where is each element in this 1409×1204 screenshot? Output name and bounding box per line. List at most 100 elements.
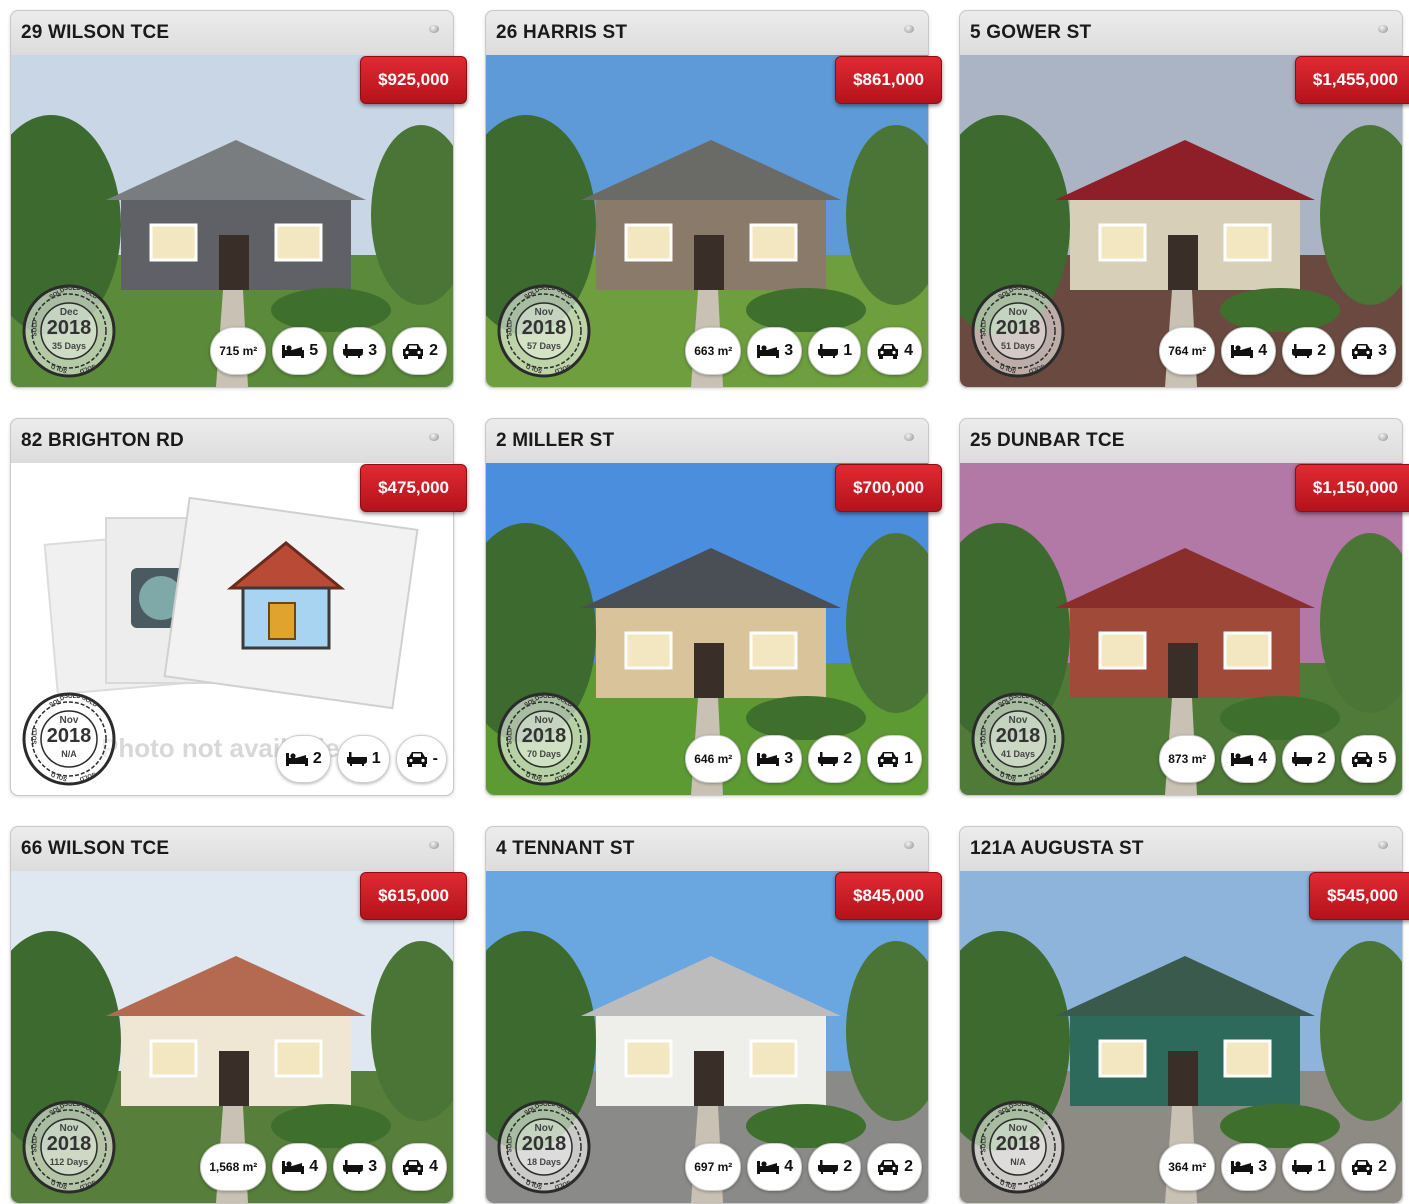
listing-card[interactable]: 4 TENNANT ST SOLD SOLD SOLD SOLD SOLD SO…: [485, 826, 942, 1204]
sold-stamp-word: SOLD: [1013, 694, 1030, 700]
car-icon: [406, 752, 427, 767]
bathrooms-badge: 2: [808, 735, 862, 783]
bath-icon: [1292, 752, 1313, 766]
sold-stamp-icon: SOLD SOLD SOLD SOLD SOLD SOLD Nov 2018 5…: [496, 283, 592, 379]
listing-address[interactable]: 29 WILSON TCE: [21, 22, 169, 44]
listing-address[interactable]: 121A AUGUSTA ST: [970, 838, 1144, 860]
sold-stamp-icon: SOLD SOLD SOLD SOLD SOLD SOLD Nov 2018 7…: [496, 691, 592, 787]
listing-address[interactable]: 25 DUNBAR TCE: [970, 430, 1125, 452]
price-tag[interactable]: $1,455,000: [1294, 56, 1409, 104]
sold-year: 2018: [995, 725, 1041, 747]
shrub: [271, 288, 391, 332]
sold-year: 2018: [995, 1133, 1041, 1155]
bathrooms-badge: 2: [808, 1143, 862, 1191]
listing-features: 873 m² 4 2 5: [1159, 735, 1396, 785]
sold-stamp-word: SOLD: [64, 694, 81, 700]
listing-address[interactable]: 5 GOWER ST: [970, 22, 1091, 44]
window: [624, 631, 673, 670]
listing-address[interactable]: 66 WILSON TCE: [21, 838, 169, 860]
land-size-badge: 364 m²: [1159, 1143, 1216, 1191]
listing-card[interactable]: 2 MILLER ST SOLD SOLD SOLD SOLD SOLD SOL…: [485, 418, 942, 796]
listing-card[interactable]: 29 WILSON TCE SOLD SOLD SOLD SOLD SOLD S…: [10, 10, 467, 388]
listing-address[interactable]: 4 TENNANT ST: [496, 838, 635, 860]
window: [624, 223, 673, 262]
bath-icon: [818, 752, 839, 766]
bathrooms-badge: 1: [808, 327, 862, 375]
pin-icon: [429, 25, 439, 33]
bed-icon: [1231, 1161, 1254, 1174]
bed-icon: [757, 345, 780, 358]
window: [274, 223, 323, 262]
days-on-market: 35 Days: [51, 341, 87, 351]
land-size-badge: 764 m²: [1159, 327, 1216, 375]
price-tag[interactable]: $925,000: [360, 56, 467, 104]
listing-card[interactable]: 26 HARRIS ST SOLD SOLD SOLD SOLD SOLD SO…: [485, 10, 942, 388]
price-tag[interactable]: $1,150,000: [1294, 464, 1409, 512]
window: [149, 223, 198, 262]
price-tag[interactable]: $615,000: [360, 872, 467, 920]
bathrooms-badge: 3: [333, 1143, 387, 1191]
shrub: [746, 288, 866, 332]
bedrooms-count: 4: [1258, 342, 1268, 359]
listing-features: 2 1 -: [275, 735, 447, 785]
bathrooms-badge: 2: [1282, 327, 1336, 375]
bathrooms-count: 2: [843, 750, 853, 767]
days-on-market: 57 Days: [526, 341, 562, 351]
bedrooms-count: 4: [1258, 750, 1268, 767]
listing-address[interactable]: 2 MILLER ST: [496, 430, 614, 452]
bed-icon: [1231, 753, 1254, 766]
bathrooms-count: 2: [843, 1158, 853, 1175]
listing-header: 82 BRIGHTON RD: [11, 419, 453, 463]
front-door: [694, 643, 724, 698]
listing-address[interactable]: 26 HARRIS ST: [496, 22, 627, 44]
bedrooms-count: 5: [309, 342, 319, 359]
land-size-badge: 697 m²: [685, 1143, 742, 1191]
listing-card[interactable]: 25 DUNBAR TCE SOLD SOLD SOLD SOLD SOLD S…: [959, 418, 1409, 796]
shrub: [746, 1104, 866, 1148]
sold-stamp-word: SOLD: [1013, 1102, 1030, 1108]
sold-stamp-word: SOLD: [64, 286, 81, 292]
land-size: 697 m²: [694, 1160, 733, 1174]
bathrooms-count: 1: [843, 342, 853, 359]
bedrooms-count: 3: [1258, 1158, 1268, 1175]
price-tag[interactable]: $700,000: [835, 464, 942, 512]
bedrooms-count: 3: [784, 750, 794, 767]
listing-header: 2 MILLER ST: [486, 419, 928, 463]
carspaces-count: 4: [429, 1158, 438, 1175]
land-size-badge: 646 m²: [685, 735, 742, 783]
sold-stamp-icon: SOLD SOLD SOLD SOLD SOLD SOLD Nov 2018 5…: [970, 283, 1066, 379]
bedrooms-badge: 3: [747, 327, 803, 375]
window: [749, 223, 798, 262]
listing-card[interactable]: 82 BRIGHTON RD Photo not available SOLD …: [10, 418, 467, 796]
pin-icon: [1378, 433, 1388, 441]
car-icon: [878, 344, 899, 359]
price-tag[interactable]: $545,000: [1309, 872, 1409, 920]
bedrooms-badge: 3: [747, 735, 803, 783]
sold-stamp-word: SOLD: [1013, 286, 1030, 292]
window: [1223, 631, 1272, 670]
car-icon: [1352, 344, 1373, 359]
price-tag[interactable]: $861,000: [835, 56, 942, 104]
days-on-market: 112 Days: [49, 1157, 89, 1167]
car-icon: [878, 1160, 899, 1175]
listing-address[interactable]: 82 BRIGHTON RD: [21, 430, 184, 452]
carspaces-badge: 2: [392, 327, 447, 375]
sold-stamp-icon: SOLD SOLD SOLD SOLD SOLD SOLD Nov 2018 1…: [21, 1099, 117, 1195]
listing-card[interactable]: 66 WILSON TCE SOLD SOLD SOLD SOLD SOLD S…: [10, 826, 467, 1204]
front-door: [694, 235, 724, 290]
house-icon-door: [268, 602, 296, 640]
bath-icon: [1292, 1160, 1313, 1174]
sold-year: 2018: [521, 725, 567, 747]
pin-icon: [1378, 841, 1388, 849]
car-icon: [1352, 752, 1373, 767]
price-tag[interactable]: $475,000: [360, 464, 467, 512]
price-tag[interactable]: $845,000: [835, 872, 942, 920]
bathrooms-count: 3: [368, 1158, 378, 1175]
bedrooms-badge: 4: [1221, 327, 1277, 375]
listing-card[interactable]: 5 GOWER ST SOLD SOLD SOLD SOLD SOLD SOLD…: [959, 10, 1409, 388]
land-size: 364 m²: [1168, 1160, 1207, 1174]
bathrooms-count: 2: [1317, 750, 1327, 767]
listing-card[interactable]: 121A AUGUSTA ST SOLD SOLD SOLD SOLD SOLD…: [959, 826, 1409, 1204]
carspaces-count: -: [432, 750, 438, 767]
pin-icon: [904, 433, 914, 441]
